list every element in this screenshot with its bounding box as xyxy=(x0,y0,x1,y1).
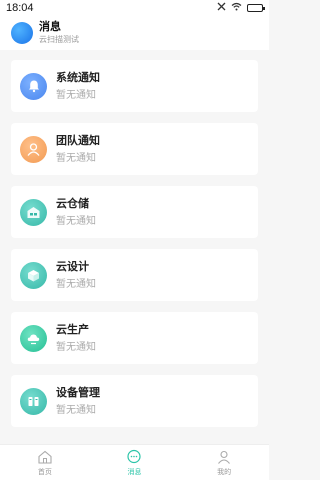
notification-device[interactable]: 设备管理 暂无通知 xyxy=(11,375,258,427)
status-time: 18:04 xyxy=(6,2,34,14)
tab-label: 消息 xyxy=(127,468,142,476)
notification-title: 云仓储 xyxy=(56,197,89,210)
tab-bar: 首页 消息 我的 xyxy=(0,444,269,480)
notification-status: 暂无通知 xyxy=(56,215,96,227)
avatar[interactable] xyxy=(11,22,33,44)
home-icon xyxy=(37,449,53,465)
tab-home[interactable]: 首页 xyxy=(15,449,75,477)
tab-profile[interactable]: 我的 xyxy=(194,449,254,477)
page-title: 消息 xyxy=(39,21,61,33)
status-bar: 18:04 xyxy=(0,0,269,16)
page-subtitle: 云扫描测试 xyxy=(39,35,79,44)
tab-message[interactable]: 消息 xyxy=(104,449,164,477)
notification-title: 系统通知 xyxy=(56,71,100,84)
notification-team[interactable]: 团队通知 暂无通知 xyxy=(11,123,258,175)
bell-icon xyxy=(20,72,47,100)
message-icon xyxy=(126,449,142,465)
notification-status: 暂无通知 xyxy=(56,341,96,353)
device-icon xyxy=(20,387,47,415)
notification-status: 暂无通知 xyxy=(56,278,96,290)
notification-warehouse[interactable]: 云仓储 暂无通知 xyxy=(11,186,258,238)
page-header: 消息 云扫描测试 xyxy=(0,16,269,50)
battery-icon xyxy=(247,4,265,12)
notification-system[interactable]: 系统通知 暂无通知 xyxy=(11,60,258,112)
profile-icon xyxy=(216,449,232,465)
tab-label: 我的 xyxy=(217,468,232,476)
design-icon xyxy=(20,261,47,289)
team-icon xyxy=(20,135,47,163)
wifi-icon xyxy=(231,2,242,14)
tab-label: 首页 xyxy=(37,468,52,476)
production-icon xyxy=(20,324,47,352)
notification-status: 暂无通知 xyxy=(56,404,96,416)
notification-title: 云设计 xyxy=(56,260,89,273)
notification-design[interactable]: 云设计 暂无通知 xyxy=(11,249,258,301)
notification-status: 暂无通知 xyxy=(56,152,96,164)
status-icons xyxy=(217,2,265,14)
notification-status: 暂无通知 xyxy=(56,89,96,101)
notification-title: 设备管理 xyxy=(56,386,100,399)
notification-list: 系统通知 暂无通知 团队通知 暂无通知 云仓储 暂无通知 云设计 暂无通知 云生… xyxy=(11,60,258,438)
warehouse-icon xyxy=(20,198,47,226)
notification-title: 团队通知 xyxy=(56,134,100,147)
notification-production[interactable]: 云生产 暂无通知 xyxy=(11,312,258,364)
signal-x-icon xyxy=(217,2,226,14)
notification-title: 云生产 xyxy=(56,323,89,336)
